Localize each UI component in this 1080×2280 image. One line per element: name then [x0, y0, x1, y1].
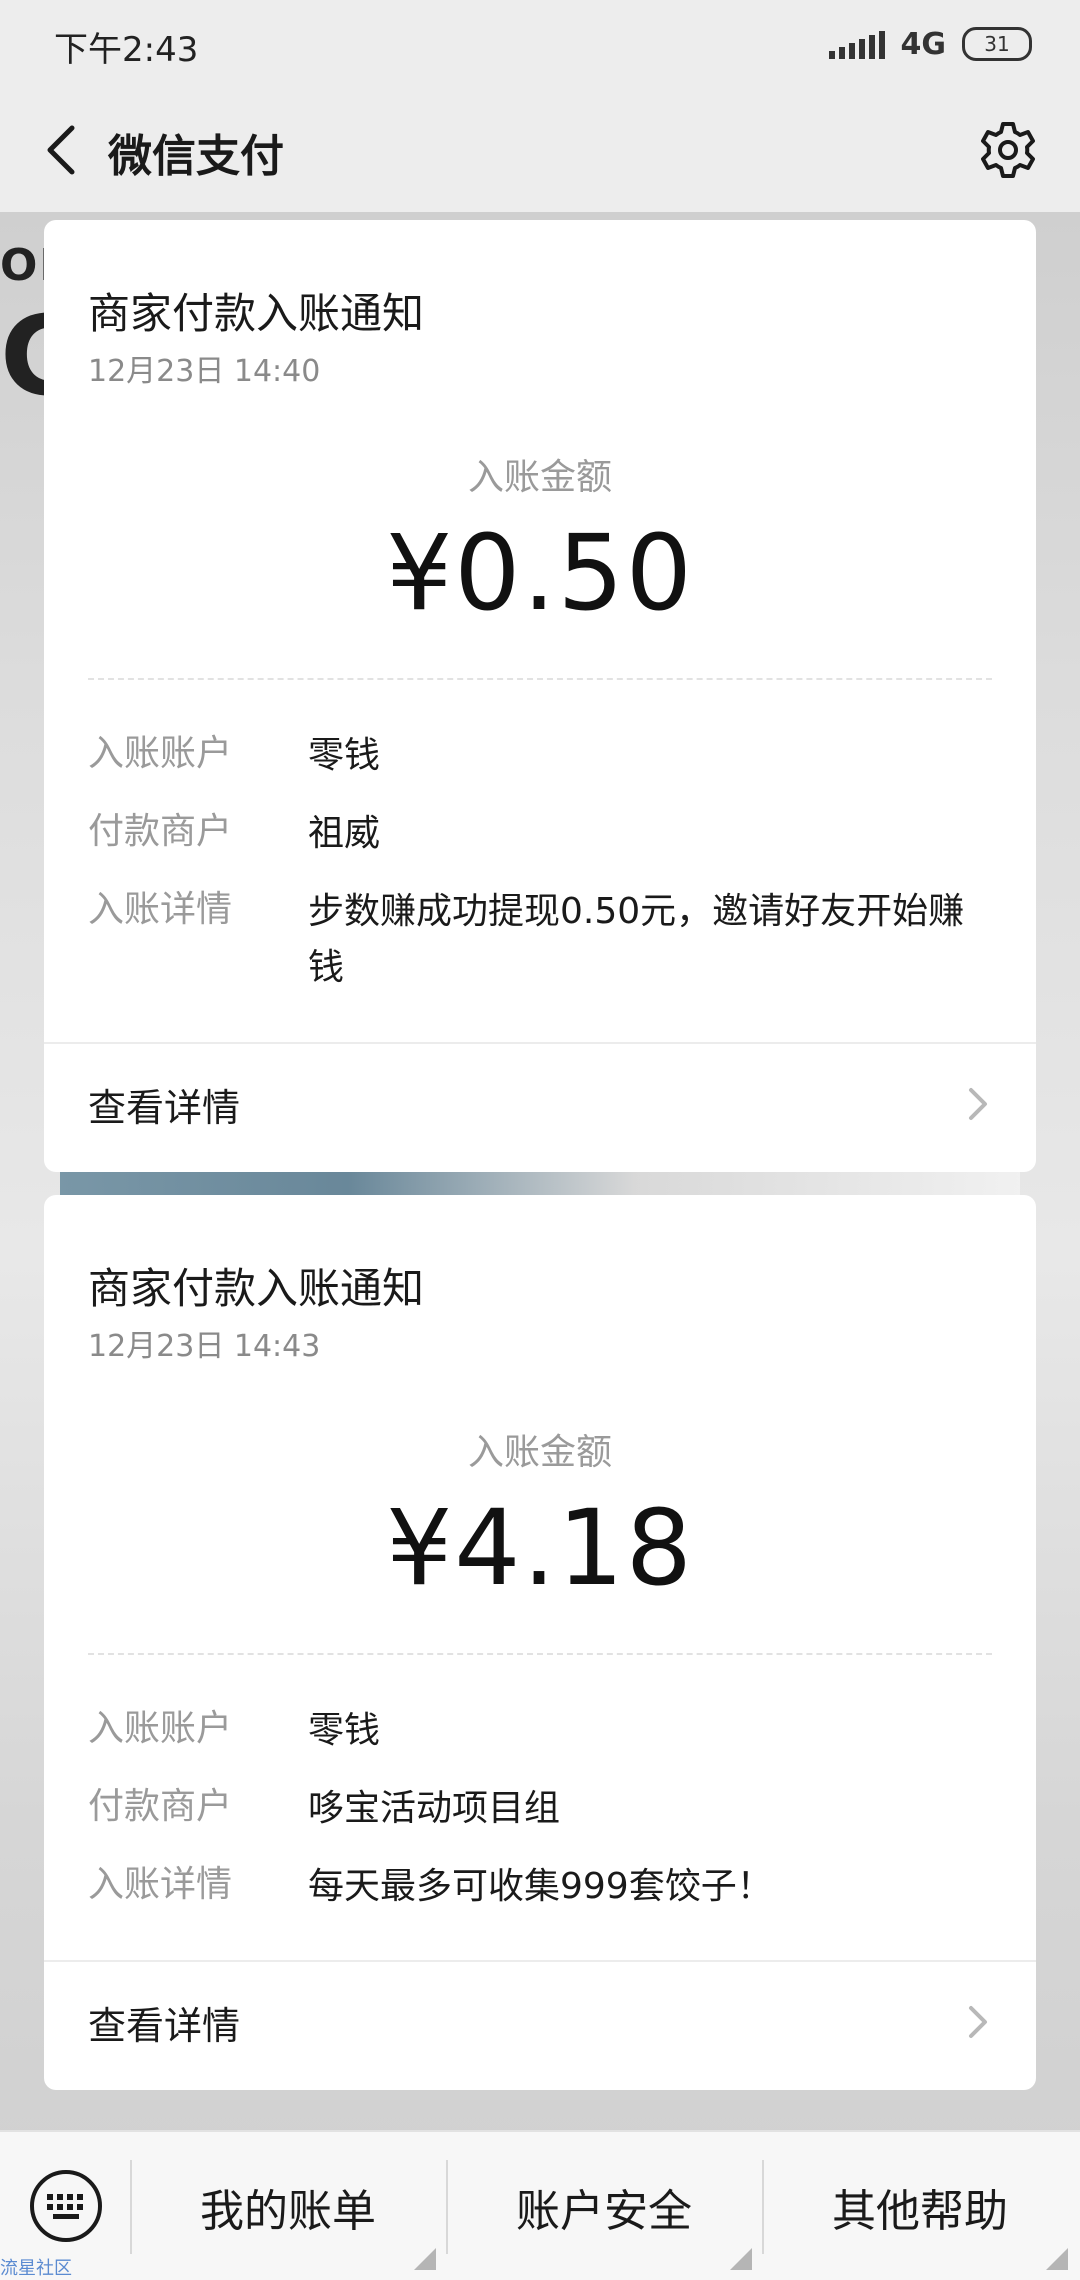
menu-label: 账户安全 [516, 2186, 692, 2237]
detail-rows: 入账账户 零钱 付款商户 哆宝活动项目组 入账详情 每天最多可收集999套饺子！ [88, 1703, 992, 1937]
chevron-left-icon[interactable] [38, 120, 88, 180]
row-value: 步数赚成功提现0.50元，邀请好友开始赚钱 [308, 891, 965, 988]
menu-label: 其他帮助 [832, 2186, 1008, 2237]
chevron-right-icon [969, 2006, 987, 2038]
payment-notification-card: 商家付款入账通知 12月23日 14:40 入账金额 ¥0.50 入账账户 零钱… [44, 220, 1036, 1172]
view-details-label: 查看详情 [88, 1085, 241, 1130]
row-value: 哆宝活动项目组 [308, 1788, 561, 1829]
detail-row-merchant: 付款商户 祖威 [88, 806, 992, 862]
menu-account-security[interactable]: 账户安全 [446, 2132, 762, 2280]
nav-bar: 微信支付 [0, 90, 1080, 212]
battery-icon: 31 [962, 27, 1032, 61]
row-label: 付款商户 [88, 811, 233, 852]
submenu-indicator-icon [1046, 2248, 1068, 2270]
keyboard-icon[interactable] [28, 2168, 104, 2244]
payment-notification-card: 商家付款入账通知 12月23日 14:43 入账金额 ¥4.18 入账账户 零钱… [44, 1195, 1036, 2090]
status-time: 下午2:43 [54, 30, 199, 70]
submenu-indicator-icon [730, 2248, 752, 2270]
view-details-label: 查看详情 [88, 2003, 241, 2048]
menu-my-bills[interactable]: 我的账单 [130, 2132, 446, 2280]
watermark: 流星社区 [0, 2258, 72, 2279]
status-bar: 下午2:43 4G 31 [0, 0, 1080, 90]
row-value: 每天最多可收集999套饺子！ [308, 1866, 773, 1907]
chevron-right-icon [969, 1088, 987, 1120]
amount-value: ¥4.18 [386, 1487, 694, 1609]
page-title: 微信支付 [108, 131, 284, 182]
row-label: 入账详情 [88, 1864, 233, 1905]
submenu-indicator-icon [414, 2248, 436, 2270]
gear-icon[interactable] [976, 118, 1040, 182]
card-time: 12月23日 14:43 [88, 1329, 321, 1364]
screen: OR C 下午2:43 4G 31 微信支付 商家付款入账通知 12月23日 1… [0, 0, 1080, 2280]
network-type: 4G [900, 26, 947, 62]
amount-label: 入账金额 [467, 457, 612, 498]
detail-row-account: 入账账户 零钱 [88, 728, 992, 784]
row-label: 入账详情 [88, 889, 233, 930]
row-value: 祖威 [308, 813, 381, 854]
view-details-link[interactable]: 查看详情 [88, 1044, 992, 1164]
menu-other-help[interactable]: 其他帮助 [762, 2132, 1078, 2280]
dashed-divider [88, 678, 992, 680]
card-title: 商家付款入账通知 [88, 289, 425, 338]
row-label: 入账账户 [88, 1708, 233, 1749]
dashed-divider [88, 1653, 992, 1655]
detail-row-details: 入账详情 步数赚成功提现0.50元，邀请好友开始赚钱 [88, 884, 992, 996]
row-value: 零钱 [308, 735, 381, 776]
detail-row-account: 入账账户 零钱 [88, 1703, 992, 1759]
status-indicators: 4G 31 [828, 24, 1032, 64]
view-details-link[interactable]: 查看详情 [88, 1962, 992, 2082]
row-label: 付款商户 [88, 1786, 233, 1827]
detail-row-details: 入账详情 每天最多可收集999套饺子！ [88, 1859, 992, 1915]
row-value: 零钱 [308, 1710, 381, 1751]
card-title: 商家付款入账通知 [88, 1264, 425, 1313]
detail-row-merchant: 付款商户 哆宝活动项目组 [88, 1781, 992, 1837]
bottom-menu-bar: 我的账单 账户安全 其他帮助 流星社区 [0, 2130, 1080, 2280]
card-time: 12月23日 14:40 [88, 354, 321, 389]
menu-label: 我的账单 [200, 2186, 376, 2237]
amount-label: 入账金额 [467, 1432, 612, 1473]
detail-rows: 入账账户 零钱 付款商户 祖威 入账详情 步数赚成功提现0.50元，邀请好友开始… [88, 728, 992, 1018]
row-label: 入账账户 [88, 733, 233, 774]
signal-icon [828, 29, 885, 59]
amount-value: ¥0.50 [386, 512, 694, 634]
